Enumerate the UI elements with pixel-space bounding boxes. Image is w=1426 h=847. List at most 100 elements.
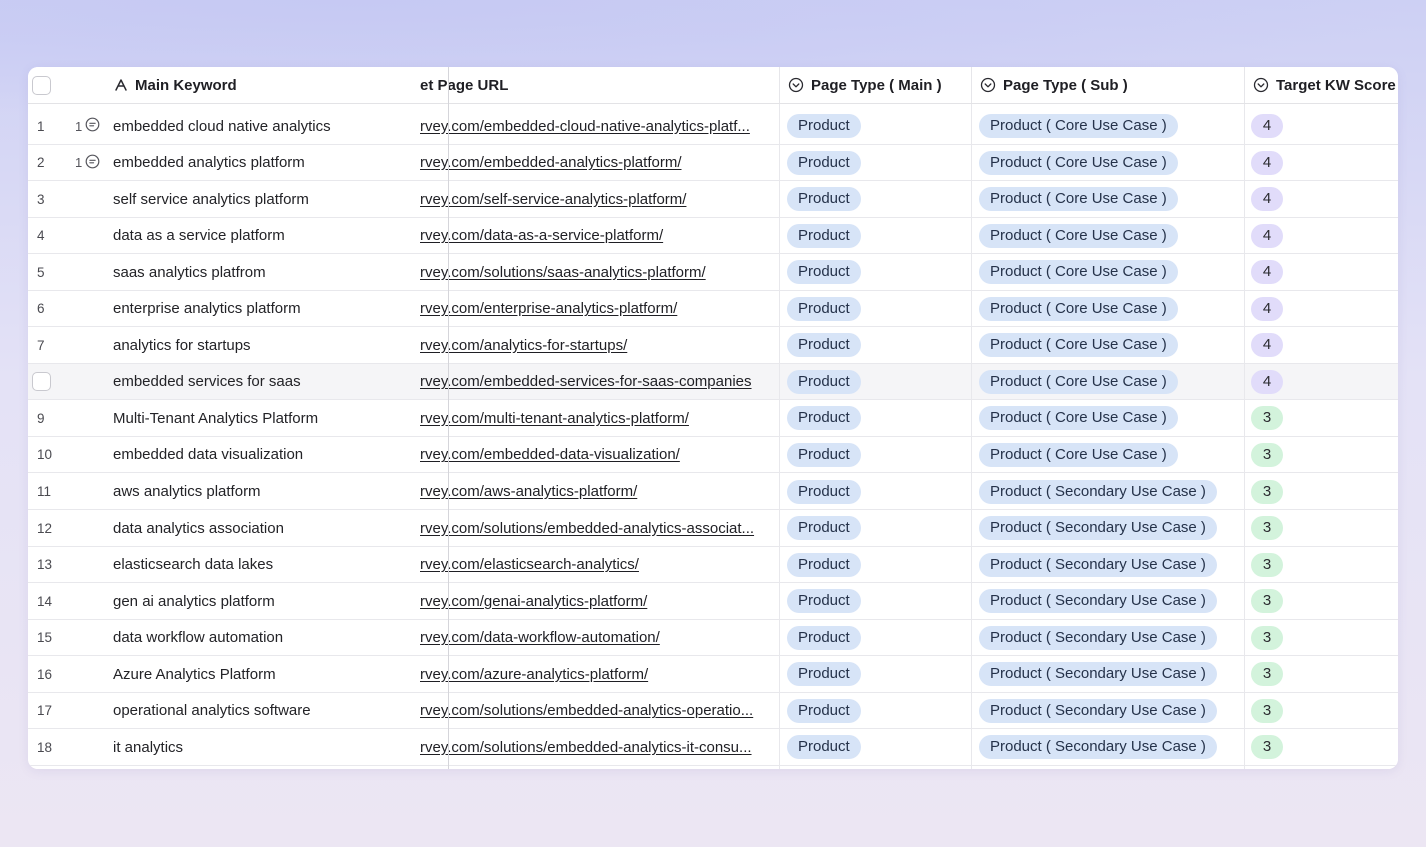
- main-keyword-cell[interactable]: embedded analytics platform: [113, 145, 443, 181]
- target-kw-score-cell[interactable]: 4: [1251, 364, 1391, 400]
- target-kw-score-cell[interactable]: 4: [1251, 218, 1391, 254]
- comment-indicator[interactable]: 1: [75, 145, 105, 181]
- page-type-sub-cell[interactable]: Product ( Core Use Case ): [979, 327, 1241, 363]
- page-type-main-cell[interactable]: Product: [787, 583, 967, 619]
- page-url-link[interactable]: rvey.com/data-as-a-service-platform/: [420, 227, 663, 244]
- table-row[interactable]: 16 Azure Analytics Platform rvey.com/azure…: [28, 656, 1398, 693]
- target-kw-score-cell[interactable]: 3: [1251, 729, 1391, 765]
- target-kw-score-cell[interactable]: 3: [1251, 547, 1391, 583]
- table-row[interactable]: 7 analytics for startups rvey.com/analytic…: [28, 327, 1398, 364]
- page-url-link[interactable]: rvey.com/data-workflow-automation/: [420, 629, 660, 646]
- table-row[interactable]: 12 data analytics association rvey.com/sol…: [28, 510, 1398, 547]
- page-url-link[interactable]: rvey.com/solutions/embedded-analytics-as…: [420, 520, 754, 537]
- page-url-cell[interactable]: rvey.com/elasticsearch-analytics/: [420, 547, 772, 583]
- page-type-main-cell[interactable]: Product: [787, 510, 967, 546]
- main-keyword-cell[interactable]: data analytics association: [113, 510, 443, 546]
- page-url-cell[interactable]: rvey.com/solutions/embedded-analytics-it…: [420, 729, 772, 765]
- table-row[interactable]: 13 elasticsearch data lakes rvey.com/elast…: [28, 546, 1398, 584]
- page-type-sub-cell[interactable]: Product ( Secondary Use Case ): [979, 620, 1241, 656]
- main-keyword-cell[interactable]: elasticsearch data lakes: [113, 547, 443, 583]
- target-kw-score-cell[interactable]: 3: [1251, 437, 1391, 473]
- page-url-cell[interactable]: rvey.com/genai-analytics-platform/: [420, 583, 772, 619]
- main-keyword-cell[interactable]: Azure Analytics Platform: [113, 656, 443, 692]
- target-kw-score-cell[interactable]: 3: [1251, 620, 1391, 656]
- page-type-main-cell[interactable]: Product: [787, 474, 967, 510]
- page-url-cell[interactable]: rvey.com/solutions/embedded-analytics-op…: [420, 693, 772, 729]
- target-kw-score-cell[interactable]: 3: [1251, 474, 1391, 510]
- page-url-link[interactable]: rvey.com/solutions/saas-analytics-platfo…: [420, 264, 706, 281]
- table-row[interactable]: 15 data workflow automation rvey.com/data-…: [28, 619, 1398, 657]
- main-keyword-cell[interactable]: it analytics: [113, 729, 443, 765]
- main-keyword-cell[interactable]: data workflow automation: [113, 620, 443, 656]
- page-type-main-cell[interactable]: Product: [787, 400, 967, 436]
- main-keyword-cell[interactable]: embedded services for saas: [113, 364, 443, 400]
- table-row[interactable]: 10 embedded data visualization rvey.com/em…: [28, 436, 1398, 474]
- target-kw-score-cell[interactable]: 4: [1251, 327, 1391, 363]
- main-keyword-cell[interactable]: operational analytics software: [113, 693, 443, 729]
- page-type-sub-cell[interactable]: Product ( Core Use Case ): [979, 181, 1241, 217]
- main-keyword-cell[interactable]: embedded data visualization: [113, 437, 443, 473]
- page-type-main-cell[interactable]: Product: [787, 437, 967, 473]
- page-type-sub-cell[interactable]: Product ( Secondary Use Case ): [979, 547, 1241, 583]
- table-row[interactable]: 3 self service analytics platform rvey.com…: [28, 181, 1398, 218]
- table-row[interactable]: 5 saas analytics platfrom rvey.com/solutio…: [28, 254, 1398, 291]
- page-type-sub-cell[interactable]: Product ( Core Use Case ): [979, 254, 1241, 290]
- page-url-link[interactable]: rvey.com/solutions/embedded-analytics-op…: [420, 702, 753, 719]
- target-kw-score-cell[interactable]: 3: [1251, 510, 1391, 546]
- table-row[interactable]: 14 gen ai analytics platform rvey.com/gena…: [28, 583, 1398, 620]
- page-type-sub-cell[interactable]: Product ( Secondary Use Case ): [979, 474, 1241, 510]
- page-url-cell[interactable]: rvey.com/solutions/saas-analytics-platfo…: [420, 254, 772, 290]
- table-row[interactable]: 18 it analytics rvey.com/solutions/embedde…: [28, 729, 1398, 766]
- target-kw-score-cell[interactable]: 3: [1251, 693, 1391, 729]
- page-url-link[interactable]: rvey.com/analytics-for-startups/: [420, 337, 627, 354]
- page-type-main-cell[interactable]: Product: [787, 547, 967, 583]
- main-keyword-cell[interactable]: Multi-Tenant Analytics Platform: [113, 400, 443, 436]
- table-row[interactable]: 17 operational analytics software rvey.com…: [28, 692, 1398, 730]
- page-type-main-cell[interactable]: Product: [787, 291, 967, 327]
- comment-indicator[interactable]: 1: [75, 108, 105, 144]
- table-row[interactable]: 4 data as a service platform rvey.com/data…: [28, 217, 1398, 255]
- page-type-main-cell[interactable]: Product: [787, 181, 967, 217]
- header-page-type-sub[interactable]: Page Type ( Sub ): [972, 67, 1245, 103]
- main-keyword-cell[interactable]: data as a service platform: [113, 218, 443, 254]
- page-type-main-cell[interactable]: Product: [787, 108, 967, 144]
- page-type-sub-cell[interactable]: Product ( Secondary Use Case ): [979, 510, 1241, 546]
- target-kw-score-cell[interactable]: 4: [1251, 291, 1391, 327]
- target-kw-score-cell[interactable]: 3: [1251, 656, 1391, 692]
- header-target-kw-score[interactable]: Target KW Score: [1245, 67, 1398, 103]
- page-url-cell[interactable]: rvey.com/embedded-data-visualization/: [420, 437, 772, 473]
- page-url-cell[interactable]: rvey.com/data-workflow-automation/: [420, 620, 772, 656]
- page-type-main-cell[interactable]: Product: [787, 364, 967, 400]
- page-url-link[interactable]: rvey.com/embedded-analytics-platform/: [420, 154, 682, 171]
- header-page-url[interactable]: et Page URL: [420, 67, 780, 103]
- page-type-sub-cell[interactable]: Product ( Secondary Use Case ): [979, 656, 1241, 692]
- page-type-main-cell[interactable]: Product: [787, 145, 967, 181]
- target-kw-score-cell[interactable]: 4: [1251, 108, 1391, 144]
- page-type-sub-cell[interactable]: Product ( Secondary Use Case ): [979, 583, 1241, 619]
- table-row[interactable]: 1 1 embedded cloud native analytics rvey.co…: [28, 108, 1398, 145]
- page-url-link[interactable]: rvey.com/aws-analytics-platform/: [420, 483, 637, 500]
- table-row[interactable]: 6 enterprise analytics platform rvey.com/e…: [28, 290, 1398, 328]
- page-url-cell[interactable]: rvey.com/azure-analytics-platform/: [420, 656, 772, 692]
- table-row[interactable]: 11 aws analytics platform rvey.com/aws-ana…: [28, 473, 1398, 510]
- select-all-checkbox[interactable]: [32, 75, 51, 95]
- page-type-sub-cell[interactable]: Product ( Core Use Case ): [979, 108, 1241, 144]
- page-url-cell[interactable]: rvey.com/enterprise-analytics-platform/: [420, 291, 772, 327]
- page-type-sub-cell[interactable]: Product ( Core Use Case ): [979, 364, 1241, 400]
- page-url-cell[interactable]: rvey.com/embedded-cloud-native-analytics…: [420, 108, 772, 144]
- page-type-main-cell[interactable]: Product: [787, 254, 967, 290]
- main-keyword-cell[interactable]: self service analytics platform: [113, 181, 443, 217]
- page-type-sub-cell[interactable]: Product ( Core Use Case ): [979, 145, 1241, 181]
- frozen-column-divider[interactable]: [448, 67, 449, 769]
- page-url-cell[interactable]: rvey.com/analytics-for-startups/: [420, 327, 772, 363]
- page-url-cell[interactable]: rvey.com/multi-tenant-analytics-platform…: [420, 400, 772, 436]
- target-kw-score-cell[interactable]: 4: [1251, 254, 1391, 290]
- row-checkbox[interactable]: [32, 372, 51, 392]
- page-url-cell[interactable]: rvey.com/aws-analytics-platform/: [420, 474, 772, 510]
- page-type-main-cell[interactable]: Product: [787, 729, 967, 765]
- page-type-main-cell[interactable]: Product: [787, 656, 967, 692]
- page-url-link[interactable]: rvey.com/embedded-cloud-native-analytics…: [420, 118, 750, 135]
- table-row[interactable]: 2 1 embedded analytics platform rvey.com/em…: [28, 144, 1398, 182]
- page-url-link[interactable]: rvey.com/azure-analytics-platform/: [420, 666, 648, 683]
- main-keyword-cell[interactable]: analytics for startups: [113, 327, 443, 363]
